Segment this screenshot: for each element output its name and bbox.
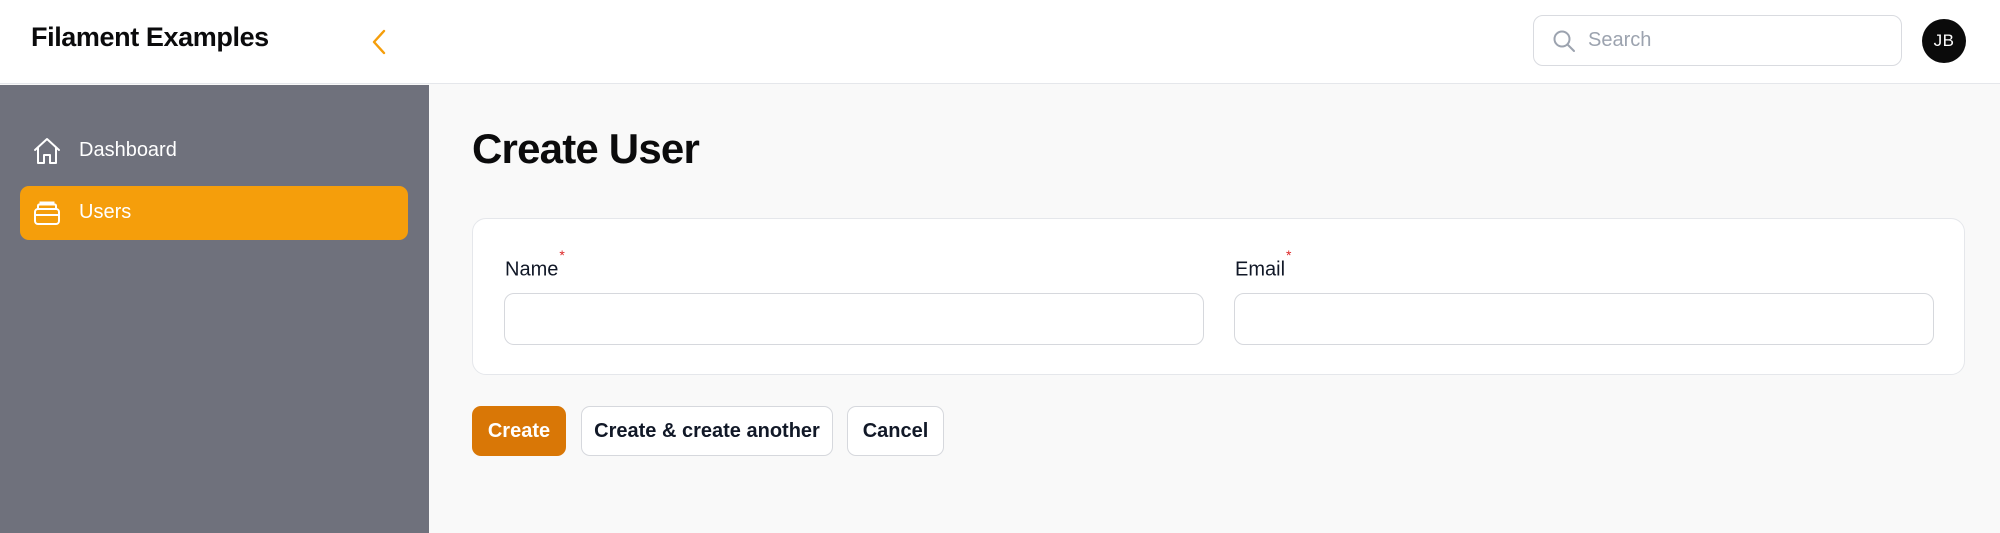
sidebar: Dashboard Users [0,85,429,533]
page-title: Create User [472,125,700,172]
required-marker: * [1286,247,1292,263]
search-icon [1553,30,1575,52]
home-icon [34,138,60,164]
email-label-text: Email [1235,258,1286,281]
cancel-button[interactable]: Cancel [847,406,944,456]
name-field[interactable] [504,293,1204,345]
create-button[interactable]: Create [472,406,566,456]
global-search[interactable] [1533,15,1902,66]
required-marker: * [559,247,565,263]
sidebar-item-label: Users [79,201,132,223]
app-brand[interactable]: Filament Examples [31,22,269,53]
name-label-text: Name [505,258,559,281]
name-label: Name* [505,247,565,282]
create-another-button[interactable]: Create & create another [581,406,833,456]
search-input[interactable] [1588,16,1888,65]
sidebar-item-dashboard[interactable]: Dashboard [20,124,408,178]
collapse-sidebar-button[interactable] [362,24,398,60]
email-field[interactable] [1234,293,1934,345]
sidebar-item-users[interactable]: Users [20,186,408,240]
top-bar: Filament Examples JB [0,0,2000,84]
chevron-left-icon [372,29,386,55]
inbox-stack-icon [34,201,60,225]
email-label: Email* [1235,247,1291,282]
sidebar-item-label: Dashboard [79,139,177,161]
user-form-card: Name* Email* [472,218,1965,375]
user-avatar[interactable]: JB [1922,19,1966,63]
